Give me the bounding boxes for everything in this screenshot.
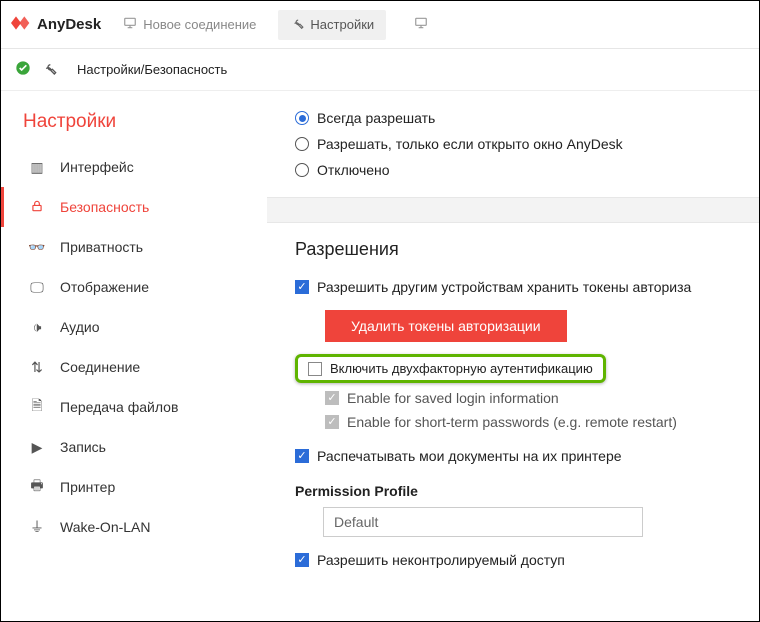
checkbox-icon <box>325 391 339 405</box>
wrench-icon <box>41 60 57 79</box>
breadcrumb-field[interactable]: Настройки/Безопасность <box>67 55 487 85</box>
display-switch-button[interactable] <box>402 10 440 40</box>
wrench-icon <box>290 16 304 33</box>
checkbox-enable-short: Enable for short-term passwords (e.g. re… <box>325 411 759 433</box>
sidebar-item-label: Соединение <box>60 359 140 375</box>
checkbox-two-factor[interactable]: Включить двухфакторную аутентификацию <box>295 354 606 383</box>
radio-icon <box>295 111 309 125</box>
section-title: Разрешения <box>295 239 759 260</box>
sidebar-item-label: Принтер <box>60 479 115 495</box>
play-icon: ▶ <box>28 439 46 456</box>
button-label: Удалить токены авторизации <box>351 318 541 334</box>
sidebar-item-security[interactable]: Безопасность <box>1 187 267 227</box>
permissions-section: Разрешения Разрешить другим устройствам … <box>267 223 759 585</box>
checkbox-label: Enable for short-term passwords (e.g. re… <box>347 411 677 433</box>
checkbox-enable-saved: Enable for saved login information <box>325 387 759 409</box>
interface-icon: ▥ <box>28 159 46 176</box>
allow-radio-group: Всегда разрешать Разрешать, только если … <box>267 91 759 197</box>
section-divider <box>267 197 759 223</box>
radio-disabled[interactable]: Отключено <box>295 157 759 183</box>
radio-always[interactable]: Всегда разрешать <box>295 105 759 131</box>
sidebar-item-connection[interactable]: ⇅ Соединение <box>1 347 267 387</box>
checkbox-label: Enable for saved login information <box>347 387 559 409</box>
profile-value: Default <box>334 514 378 530</box>
glasses-icon: 👓 <box>28 239 46 256</box>
checkbox-store-tokens[interactable]: Разрешить другим устройствам хранить ток… <box>295 276 759 298</box>
checkbox-label: Разрешить другим устройствам хранить ток… <box>317 276 691 298</box>
sidebar-item-label: Аудио <box>60 319 100 335</box>
checkbox-label: Включить двухфакторную аутентификацию <box>330 361 593 376</box>
tab-new-connection[interactable]: Новое соединение <box>111 10 268 40</box>
sidebar-item-label: Отображение <box>60 279 149 295</box>
main-area: Настройки ▥ Интерфейс Безопасность 👓 При… <box>1 91 759 621</box>
app-logo: AnyDesk <box>11 13 101 37</box>
lock-icon <box>28 199 46 216</box>
sidebar-item-label: Передача файлов <box>60 399 178 415</box>
sidebar-item-label: Безопасность <box>60 199 149 215</box>
status-ok-icon <box>15 60 31 79</box>
breadcrumb-bar: Настройки/Безопасность <box>1 49 759 91</box>
sidebar-item-privacy[interactable]: 👓 Приватность <box>1 227 267 267</box>
display-icon <box>414 16 428 33</box>
profile-select[interactable]: Default <box>323 507 643 537</box>
tab-settings-label: Настройки <box>310 17 374 32</box>
radio-label: Отключено <box>317 162 390 178</box>
radio-only-window[interactable]: Разрешать, только если открыто окно AnyD… <box>295 131 759 157</box>
wifi-icon: ⏚ <box>28 517 46 537</box>
radio-icon <box>295 137 309 151</box>
sidebar-item-label: Wake-On-LAN <box>60 519 151 535</box>
sidebar-item-display[interactable]: 🖵 Отображение <box>1 267 267 307</box>
connection-icon: ⇅ <box>28 359 46 376</box>
tab-new-connection-label: Новое соединение <box>143 17 256 32</box>
checkbox-icon <box>325 415 339 429</box>
anydesk-logo-icon <box>11 13 31 37</box>
checkbox-icon <box>295 553 309 567</box>
profile-label: Permission Profile <box>295 483 759 499</box>
delete-tokens-button[interactable]: Удалить токены авторизации <box>325 310 567 342</box>
radio-icon <box>295 163 309 177</box>
radio-label: Разрешать, только если открыто окно AnyD… <box>317 136 623 152</box>
sidebar-item-file-transfer[interactable]: 🗎 Передача файлов <box>1 387 267 427</box>
speaker-icon: 🕩 <box>28 319 46 336</box>
checkbox-icon <box>295 449 309 463</box>
radio-label: Всегда разрешать <box>317 110 435 126</box>
sidebar-item-printer[interactable]: 🖶 Принтер <box>1 467 267 507</box>
sidebar-item-audio[interactable]: 🕩 Аудио <box>1 307 267 347</box>
sidebar-item-wol[interactable]: ⏚ Wake-On-LAN <box>1 507 267 547</box>
checkbox-icon <box>308 362 322 376</box>
checkbox-label: Разрешить неконтролируемый доступ <box>317 549 565 571</box>
sidebar-item-label: Интерфейс <box>60 159 134 175</box>
sidebar-item-label: Приватность <box>60 239 143 255</box>
app-name: AnyDesk <box>37 16 101 33</box>
checkbox-label: Распечатывать мои документы на их принте… <box>317 445 622 467</box>
sidebar-title: Настройки <box>23 111 267 133</box>
checkbox-uncontrolled-access[interactable]: Разрешить неконтролируемый доступ <box>295 549 759 571</box>
breadcrumb-text: Настройки/Безопасность <box>77 62 227 77</box>
sidebar-item-recording[interactable]: ▶ Запись <box>1 427 267 467</box>
sidebar-item-interface[interactable]: ▥ Интерфейс <box>1 147 267 187</box>
file-icon: 🗎 <box>28 395 46 419</box>
sidebar-item-label: Запись <box>60 439 106 455</box>
top-bar: AnyDesk Новое соединение Настройки <box>1 1 759 49</box>
settings-sidebar: Настройки ▥ Интерфейс Безопасность 👓 При… <box>1 91 267 621</box>
monitor-icon: 🖵 <box>28 279 46 296</box>
printer-icon: 🖶 <box>28 475 46 499</box>
checkbox-print-docs[interactable]: Распечатывать мои документы на их принте… <box>295 445 759 467</box>
content-pane: Всегда разрешать Разрешать, только если … <box>267 91 759 621</box>
checkbox-icon <box>295 280 309 294</box>
tab-settings[interactable]: Настройки <box>278 10 386 40</box>
monitor-icon <box>123 16 137 33</box>
